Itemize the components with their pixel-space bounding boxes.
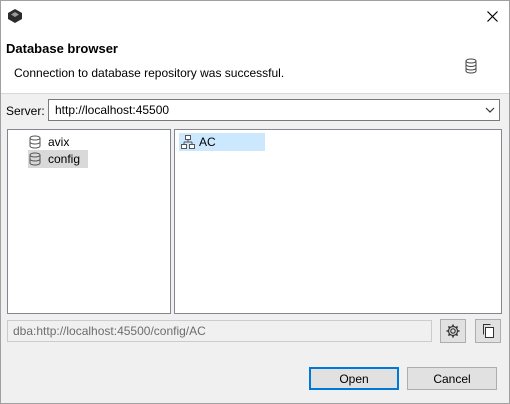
list-item-label: avix xyxy=(48,135,70,149)
list-item-config[interactable]: config xyxy=(28,150,88,168)
list-item-avix[interactable]: avix xyxy=(28,133,88,151)
server-value: http://localhost:45500 xyxy=(55,103,170,117)
settings-button[interactable] xyxy=(440,319,466,343)
app-logo-icon xyxy=(8,9,22,23)
chevron-down-icon[interactable] xyxy=(484,104,496,116)
database-list[interactable]: avix config xyxy=(7,129,171,314)
close-button[interactable] xyxy=(475,1,509,31)
database-icon xyxy=(29,135,41,149)
server-label: Server: xyxy=(6,104,45,118)
open-button[interactable]: Open xyxy=(309,367,399,390)
repository-tree-icon xyxy=(181,135,195,149)
copy-icon xyxy=(483,324,494,338)
database-browser-dialog: Database browser Connection to database … xyxy=(0,0,510,404)
cancel-button[interactable]: Cancel xyxy=(407,367,497,390)
dialog-header: Database browser Connection to database … xyxy=(1,31,509,94)
server-select[interactable]: http://localhost:45500 xyxy=(48,99,500,121)
repository-list[interactable]: AC xyxy=(174,129,502,314)
status-message: Connection to database repository was su… xyxy=(14,66,285,80)
dialog-title: Database browser xyxy=(6,41,118,56)
title-bar xyxy=(1,1,509,31)
close-icon xyxy=(486,10,498,22)
copy-button[interactable] xyxy=(475,319,501,343)
path-field[interactable]: dba:http://localhost:45500/config/AC xyxy=(7,320,432,342)
database-icon xyxy=(29,152,41,166)
gear-icon xyxy=(446,324,460,338)
list-item-ac[interactable]: AC xyxy=(179,133,265,151)
list-item-label: config xyxy=(48,152,81,166)
list-item-label: AC xyxy=(199,135,216,149)
database-icon xyxy=(465,58,477,74)
